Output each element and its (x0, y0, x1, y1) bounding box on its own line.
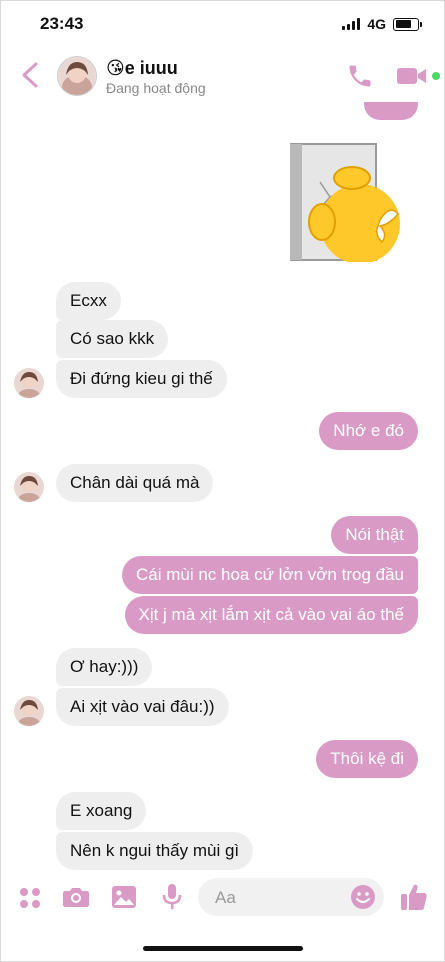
message-bubble-outgoing[interactable]: Cái mùi nc hoa cứ lởn vởn trog đầu (121, 556, 418, 594)
sender-avatar[interactable] (14, 696, 44, 726)
message-input[interactable]: Aa (198, 878, 384, 916)
message-bubble-incoming[interactable]: Ơ hay:))) (56, 648, 153, 686)
sender-avatar[interactable] (14, 472, 44, 502)
signal-icon (342, 18, 361, 30)
message-bubble-outgoing[interactable]: Thôi kệ đi (316, 740, 418, 778)
sticker-image[interactable] (290, 142, 405, 262)
phone-icon[interactable] (346, 62, 374, 90)
message-bubble-incoming[interactable]: Có sao kkk (56, 320, 169, 358)
menu-dots-icon[interactable] (18, 886, 42, 910)
sender-avatar[interactable] (14, 368, 44, 398)
status-time: 23:43 (40, 14, 84, 33)
camera-icon[interactable] (62, 885, 90, 909)
video-camera-icon[interactable] (396, 64, 428, 88)
contact-status: Đang hoạt động (106, 80, 206, 96)
message-bubble-incoming[interactable]: Đi đứng kieu gi thế (56, 360, 227, 398)
message-bubble-cut (364, 102, 418, 120)
back-chevron-icon[interactable] (18, 60, 42, 90)
emoji-icon[interactable] (350, 884, 376, 910)
message-bubble-incoming[interactable]: Ai xịt vào vai đâu:)) (56, 688, 229, 726)
message-bubble-incoming[interactable]: Chân dài quá mà (56, 464, 214, 502)
message-list[interactable]: Ecxx Có sao kkk Đi đứng kieu gi thế Nhớ … (0, 102, 445, 872)
message-bubble-incoming[interactable]: E xoang (56, 792, 147, 830)
contact-avatar[interactable] (57, 56, 97, 96)
battery-icon (393, 17, 422, 31)
message-bubble-outgoing[interactable]: Nhớ e đó (319, 412, 418, 450)
message-bubble-incoming[interactable]: Nên k ngui thấy mùi gì (56, 832, 254, 870)
network-label: 4G (367, 16, 386, 32)
message-bubble-outgoing[interactable]: Nói thật (331, 516, 418, 554)
online-indicator (432, 72, 440, 80)
image-icon[interactable] (111, 885, 137, 909)
home-indicator (143, 946, 303, 951)
message-bubble-outgoing[interactable]: Xịt j mà xịt lắm xịt cả vào vai áo thế (124, 596, 418, 634)
microphone-icon[interactable] (162, 883, 182, 911)
message-bubble-incoming[interactable]: Ecxx (56, 282, 121, 320)
composer-bar: Aa (0, 872, 445, 926)
chat-header: 😘e iuuu Đang hoạt động (0, 48, 445, 102)
status-bar: 23:43 4G (0, 0, 445, 48)
message-input-placeholder: Aa (215, 888, 236, 907)
contact-name[interactable]: 😘e iuuu (106, 58, 178, 79)
thumbs-up-icon[interactable] (400, 882, 428, 912)
